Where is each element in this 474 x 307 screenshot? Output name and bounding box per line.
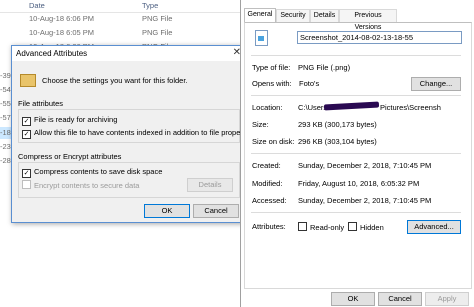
file-type-cell: PNG File [142, 14, 173, 23]
divider [251, 55, 461, 56]
size-on-disk-value: 296 KB (303,104 bytes) [298, 137, 377, 146]
hidden-label: Hidden [360, 223, 384, 232]
hidden-checkbox-row[interactable]: Hidden [348, 222, 384, 232]
tab-security[interactable]: Security [276, 9, 310, 22]
archive-label: File is ready for archiving [34, 115, 118, 124]
modified-value: Friday, August 10, 2018, 6:05:32 PM [298, 179, 420, 188]
details-button[interactable]: Details [187, 178, 233, 192]
compress-checkbox[interactable]: ✓ [22, 169, 31, 178]
folder-icon [20, 74, 36, 87]
opens-with-label: Opens with: [252, 79, 292, 88]
dialog-title: Advanced Attributes [16, 49, 88, 58]
size-label: Size: [252, 120, 269, 129]
type-of-file-value: PNG File (.png) [298, 63, 351, 72]
file-date-cell: 10-Aug-18 6:05 PM [29, 28, 95, 38]
tab-details[interactable]: Details [310, 9, 339, 22]
apply-button[interactable]: Apply [425, 292, 469, 306]
file-name-field[interactable]: Screenshot_2014-08-02-13-18-55 [297, 31, 462, 44]
tab-previous-versions[interactable]: Previous Versions [339, 9, 397, 31]
modified-label: Modified: [252, 179, 283, 188]
cancel-button[interactable]: Cancel [193, 204, 239, 218]
compress-label: Compress contents to save disk space [34, 167, 163, 176]
opens-with-value: Foto's [299, 79, 320, 88]
encrypt-checkbox-row[interactable]: Encrypt contents to secure data [22, 180, 139, 190]
file-attributes-heading: File attributes [18, 99, 64, 108]
location-suffix: Pictures\Screensh [380, 103, 441, 112]
attributes-label: Attributes: [252, 222, 286, 231]
ok-button[interactable]: OK [331, 292, 375, 306]
created-label: Created: [252, 161, 281, 170]
cancel-button[interactable]: Cancel [378, 292, 422, 306]
file-date-cell: 10-Aug-18 6:06 PM [29, 14, 95, 23]
change-button[interactable]: Change... [411, 77, 461, 91]
column-header-type[interactable]: Type [142, 1, 158, 10]
location-label: Location: [252, 103, 283, 112]
file-properties-window: General Security Details Previous Versio… [240, 0, 474, 307]
encrypt-checkbox[interactable] [22, 180, 31, 189]
index-checkbox[interactable]: ✓ [22, 130, 31, 139]
type-of-file-label: Type of file: [252, 63, 291, 72]
accessed-label: Accessed: [252, 196, 287, 205]
divider [251, 153, 461, 154]
properties-tab-strip: General Security Details Previous Versio… [244, 8, 472, 31]
file-list-row[interactable]: 10-Aug-18 6:05 PM PNG File [0, 27, 240, 39]
archive-checkbox-row[interactable]: ✓ File is ready for archiving [22, 115, 117, 126]
created-value: Sunday, December 2, 2018, 7:10:45 PM [298, 161, 432, 170]
index-checkbox-row[interactable]: ✓ Allow this file to have contents indexe… [22, 128, 255, 139]
column-header-date[interactable]: Date [29, 1, 45, 10]
divider [251, 95, 461, 96]
advanced-button[interactable]: Advanced... [407, 220, 461, 234]
ok-button[interactable]: OK [144, 204, 190, 218]
column-header-row: Date Type [0, 0, 240, 13]
file-list-row[interactable]: 10-Aug-18 6:06 PM PNG File [0, 13, 240, 25]
encrypt-label: Encrypt contents to secure data [34, 181, 140, 190]
hidden-checkbox[interactable] [348, 222, 357, 231]
index-label: Allow this file to have contents indexed… [34, 128, 255, 137]
readonly-checkbox-row[interactable]: Read-only [298, 222, 344, 232]
readonly-label: Read-only [310, 223, 345, 232]
file-type-cell: PNG File [142, 28, 173, 38]
tab-general[interactable]: General [244, 8, 276, 23]
divider [251, 212, 461, 213]
archive-checkbox[interactable]: ✓ [22, 117, 31, 126]
size-on-disk-label: Size on disk: [252, 137, 295, 146]
compress-checkbox-row[interactable]: ✓ Compress contents to save disk space [22, 167, 162, 178]
dialog-description: Choose the settings you want for this fo… [42, 76, 188, 85]
size-value: 293 KB (300,173 bytes) [298, 120, 377, 129]
readonly-checkbox[interactable] [298, 222, 307, 231]
image-file-icon [255, 30, 268, 46]
dialog-title-bar[interactable]: Advanced Attributes ✕ [12, 46, 246, 61]
compress-encrypt-heading: Compress or Encrypt attributes [18, 152, 122, 161]
accessed-value: Sunday, December 2, 2018, 7:10:45 PM [298, 196, 432, 205]
advanced-attributes-dialog: Advanced Attributes ✕ Choose the setting… [11, 45, 255, 223]
